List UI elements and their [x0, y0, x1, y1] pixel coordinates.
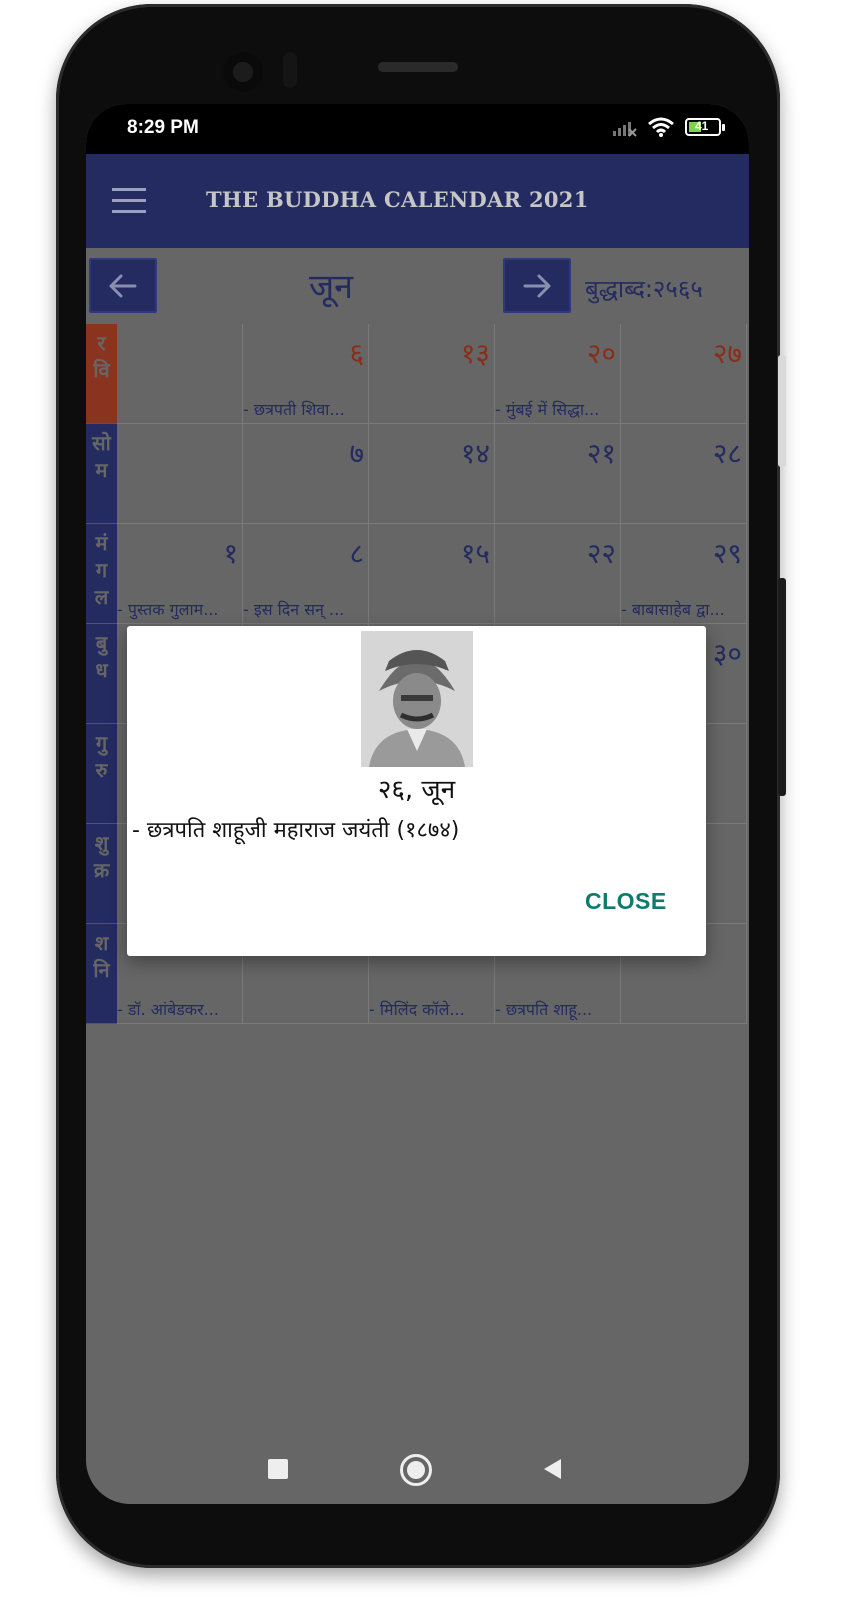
event-preview: - मिलिंद कॉले...: [369, 1000, 465, 1019]
dialog-date: २६, जून: [377, 775, 456, 805]
weekday-label: सो म: [86, 424, 117, 524]
date-cell[interactable]: २७: [621, 324, 747, 424]
month-title: जून: [308, 267, 354, 307]
date-number: २७: [712, 337, 742, 370]
event-preview: - इस दिन सन् ...: [243, 600, 345, 619]
battery-icon: 41: [685, 118, 725, 136]
date-number: २२: [586, 537, 616, 570]
volume-button: [778, 578, 786, 796]
app-bar: THE BUDDHA CALENDAR 2021: [86, 154, 749, 248]
date-cell[interactable]: २१: [495, 424, 621, 524]
system-navigation-bar: [86, 1444, 749, 1494]
date-number: ६: [349, 337, 364, 370]
date-number: १५: [460, 537, 490, 570]
date-cell[interactable]: २९ - बाबासाहेब द्वा...: [621, 524, 747, 624]
signal-icon: [613, 122, 637, 137]
power-button: [778, 355, 786, 467]
front-camera: [223, 52, 263, 92]
status-icons: 41: [611, 116, 725, 138]
date-cell[interactable]: ७: [243, 424, 369, 524]
arrow-right-icon: [523, 274, 551, 297]
event-preview: - छत्रपति शाहू...: [495, 1000, 593, 1019]
month-navigation: जून बुद्धाब्द:२५६५: [86, 248, 749, 324]
wifi-icon: [648, 117, 674, 137]
date-number: १३: [460, 337, 490, 370]
battery-level: 41: [695, 119, 709, 133]
event-preview: - डॉ. आंबेडकर...: [117, 1000, 219, 1019]
date-number: २१: [586, 437, 616, 470]
earpiece-speaker: [378, 62, 458, 72]
weekday-label: श नि: [86, 924, 117, 1024]
screen: 8:29 PM 41 THE BUDDHA CALENDAR 2021 जून …: [86, 104, 749, 1504]
close-button[interactable]: CLOSE: [585, 888, 667, 915]
portrait-photo: [361, 631, 473, 767]
dialog-event-text: - छत्रपति शाहूजी महाराज जयंती (१८७४): [132, 818, 460, 843]
weekday-label: मं ग ल: [86, 524, 117, 624]
prev-month-button[interactable]: [89, 258, 157, 313]
date-cell[interactable]: १४: [369, 424, 495, 524]
status-bar: 8:29 PM 41: [86, 104, 749, 154]
weekday-label: गु रु: [86, 724, 117, 824]
date-cell[interactable]: १५: [369, 524, 495, 624]
date-cell[interactable]: २२: [495, 524, 621, 624]
date-cell[interactable]: ६ - छत्रपती शिवा...: [243, 324, 369, 424]
date-number: ८: [349, 537, 364, 570]
date-number: ७: [349, 437, 364, 470]
arrow-left-icon: [109, 274, 137, 297]
weekday-label: शु क्र: [86, 824, 117, 924]
date-number: २८: [712, 437, 742, 470]
date-number: १४: [460, 437, 490, 470]
date-number: १: [223, 537, 238, 570]
date-cell[interactable]: [117, 324, 243, 424]
weekday-label: बु ध: [86, 624, 117, 724]
date-cell[interactable]: २८: [621, 424, 747, 524]
buddhist-era-year: बुद्धाब्द:२५६५: [585, 275, 703, 303]
date-number: २०: [586, 337, 616, 370]
date-number: ३०: [712, 637, 742, 670]
event-dialog: २६, जून - छत्रपति शाहूजी महाराज जयंती (१…: [127, 626, 706, 956]
event-preview: - बाबासाहेब द्वा...: [621, 600, 725, 619]
hamburger-menu-icon[interactable]: [112, 188, 146, 214]
app-title: THE BUDDHA CALENDAR 2021: [206, 187, 589, 212]
status-time: 8:29 PM: [127, 117, 199, 138]
date-cell[interactable]: [117, 424, 243, 524]
next-month-button[interactable]: [503, 258, 571, 313]
event-preview: - पुस्तक गुलाम...: [117, 600, 219, 619]
proximity-sensor: [283, 52, 297, 88]
date-cell[interactable]: २० - मुंबई में सिद्धा...: [495, 324, 621, 424]
weekday-label: र वि: [86, 324, 117, 424]
back-button[interactable]: [541, 1457, 563, 1481]
event-preview: - छत्रपती शिवा...: [243, 400, 345, 419]
date-cell[interactable]: १ - पुस्तक गुलाम...: [117, 524, 243, 624]
event-preview: - मुंबई में सिद्धा...: [495, 400, 600, 419]
date-number: २९: [712, 537, 742, 570]
home-button[interactable]: [400, 1454, 432, 1486]
date-cell[interactable]: ८ - इस दिन सन् ...: [243, 524, 369, 624]
recents-button[interactable]: [268, 1459, 288, 1479]
date-cell[interactable]: १३: [369, 324, 495, 424]
